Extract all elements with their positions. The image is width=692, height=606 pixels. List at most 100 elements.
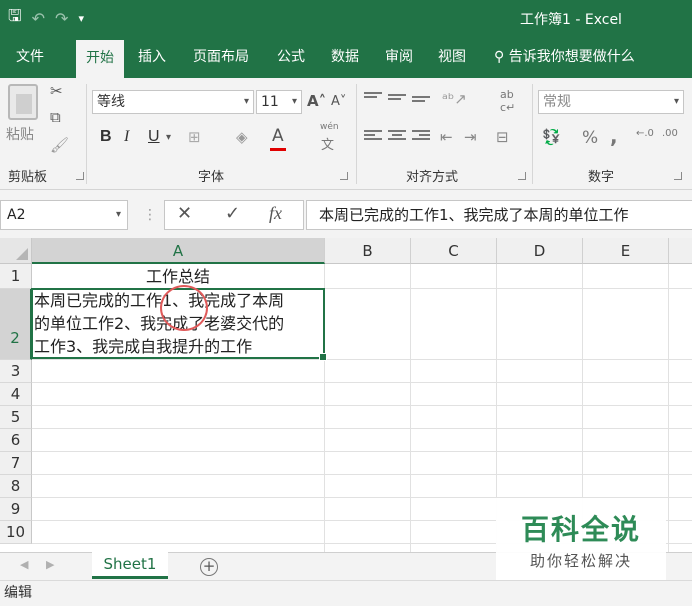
font-launcher-icon[interactable]	[340, 172, 348, 180]
scroll-right-icon[interactable]: ▶	[46, 558, 54, 571]
tab-page-layout[interactable]: 页面布局	[193, 46, 249, 78]
fill-color-icon[interactable]: ◈	[236, 128, 248, 146]
cancel-icon[interactable]: ✕	[177, 203, 192, 224]
gridline	[32, 405, 692, 406]
row-header-6[interactable]: 6	[0, 429, 32, 452]
font-name-value: 等线	[97, 94, 125, 110]
chevron-down-icon[interactable]: ▾	[166, 132, 171, 143]
align-center-icon[interactable]	[388, 130, 406, 144]
gridline	[668, 264, 669, 552]
undo-icon[interactable]: ↶	[32, 9, 45, 28]
increase-decimal-icon[interactable]: ←.0	[636, 128, 654, 139]
column-header-c[interactable]: C	[411, 238, 497, 264]
formula-input[interactable]: 本周已完成的工作1、我完成了本周的单位工作	[306, 200, 692, 230]
formula-bar-grip-icon[interactable]: ⋮	[143, 207, 157, 223]
chevron-down-icon: ▾	[291, 96, 297, 107]
gridline	[32, 474, 692, 475]
increase-font-icon[interactable]: A˄	[307, 92, 326, 110]
group-divider	[356, 84, 357, 184]
borders-icon[interactable]: ⊞	[188, 128, 201, 146]
row-header-1[interactable]: 1	[0, 264, 32, 289]
font-color-icon[interactable]: A	[272, 126, 284, 146]
comma-style-button[interactable]: ,	[610, 124, 618, 148]
underline-button[interactable]: U	[148, 128, 160, 146]
redo-icon[interactable]: ↷	[55, 9, 68, 28]
tell-me-box[interactable]: ⚲ 告诉我你想要做什么	[494, 46, 635, 78]
decrease-decimal-icon[interactable]: .00	[662, 128, 678, 139]
watermark-title: 百科全说	[520, 513, 641, 546]
quick-access-toolbar: 🖫 ↶ ↷ ▾	[8, 6, 84, 30]
row-header-9[interactable]: 9	[0, 498, 32, 521]
name-box-value: A2	[7, 207, 26, 223]
middle-align-icon[interactable]	[388, 94, 406, 108]
percent-button[interactable]: %	[582, 128, 598, 148]
tab-insert[interactable]: 插入	[138, 46, 166, 78]
font-color-bar	[270, 148, 286, 151]
row-header-2[interactable]: 2	[0, 289, 32, 360]
group-divider	[86, 84, 87, 184]
chevron-down-icon: ▾	[243, 96, 249, 107]
paste-icon[interactable]	[8, 84, 38, 120]
tab-file[interactable]: 文件	[16, 46, 44, 78]
row-header-3[interactable]: 3	[0, 360, 32, 383]
ribbon-tabs: 文件 开始 插入 页面布局 公式 数据 审阅 视图 ⚲ 告诉我你想要做什么	[0, 36, 692, 78]
bold-button[interactable]: B	[100, 128, 112, 146]
tab-review[interactable]: 审阅	[385, 46, 413, 78]
column-header-e[interactable]: E	[583, 238, 669, 264]
italic-button[interactable]: I	[124, 128, 129, 146]
insert-function-icon[interactable]: fx	[269, 203, 282, 224]
decrease-font-icon[interactable]: A˅	[331, 94, 346, 109]
save-icon[interactable]: 🖫	[8, 5, 22, 32]
tab-view[interactable]: 视图	[438, 46, 466, 78]
formula-buttons: ✕ ✓ fx	[164, 200, 304, 230]
phonetic-guide-icon[interactable]: 文	[321, 134, 334, 153]
scroll-left-icon[interactable]: ◀	[20, 558, 28, 571]
orientation-icon[interactable]: ᵃᵇ↗	[442, 90, 467, 108]
row-header-7[interactable]: 7	[0, 452, 32, 475]
clipboard-launcher-icon[interactable]	[76, 172, 84, 180]
merge-center-icon[interactable]: ⊟	[496, 128, 509, 146]
add-sheet-button[interactable]: +	[200, 558, 218, 576]
lightbulb-icon: ⚲	[494, 49, 505, 65]
copy-icon[interactable]: ⧉	[50, 108, 61, 126]
paste-button-label[interactable]: 粘贴	[6, 124, 34, 144]
wrap-text-icon[interactable]: ab c↵	[500, 88, 515, 114]
tab-formulas[interactable]: 公式	[277, 46, 305, 78]
row-header-8[interactable]: 8	[0, 475, 32, 498]
column-header-a[interactable]: A	[32, 238, 325, 264]
number-launcher-icon[interactable]	[674, 172, 682, 180]
tab-home[interactable]: 开始	[76, 40, 124, 78]
align-left-icon[interactable]	[364, 130, 382, 144]
column-header-f[interactable]	[669, 238, 692, 264]
tab-data[interactable]: 数据	[331, 46, 359, 78]
ribbon: 粘贴 ✂ ⧉ 🖌 剪贴板 等线 ▾ 11 ▾ A˄ A˅ B I U ▾ ⊞ ◈…	[0, 78, 692, 190]
window-title: 工作簿1 - Excel	[520, 12, 622, 28]
sheet-tab-sheet1[interactable]: Sheet1	[92, 552, 168, 579]
row-header-5[interactable]: 5	[0, 406, 32, 429]
font-size-select[interactable]: 11 ▾	[256, 90, 302, 114]
name-box[interactable]: A2 ▾	[0, 200, 128, 230]
select-all-button[interactable]	[0, 238, 32, 264]
column-header-d[interactable]: D	[497, 238, 583, 264]
phonetic-guide-top[interactable]: wén	[320, 122, 339, 132]
enter-icon[interactable]: ✓	[225, 203, 240, 224]
alignment-launcher-icon[interactable]	[518, 172, 526, 180]
format-painter-icon[interactable]: 🖌	[50, 136, 69, 154]
font-name-select[interactable]: 等线 ▾	[92, 90, 254, 114]
customize-toolbar-icon[interactable]: ▾	[78, 12, 84, 25]
decrease-indent-icon[interactable]: ⇤	[440, 128, 453, 146]
cut-icon[interactable]: ✂	[50, 82, 63, 100]
number-format-select[interactable]: 常规 ▾	[538, 90, 684, 114]
gridline	[410, 264, 411, 552]
row-header-4[interactable]: 4	[0, 383, 32, 406]
row-header-10[interactable]: 10	[0, 521, 32, 544]
column-header-b[interactable]: B	[325, 238, 411, 264]
formula-bar: A2 ▾ ⋮ ✕ ✓ fx 本周已完成的工作1、我完成了本周的单位工作	[0, 190, 692, 238]
currency-icon[interactable]: 💱	[542, 128, 561, 146]
top-align-icon[interactable]	[364, 92, 382, 106]
increase-indent-icon[interactable]: ⇥	[464, 128, 477, 146]
gridline	[32, 428, 692, 429]
watermark-logo: 百科全说 助你轻松解决	[496, 498, 666, 580]
bottom-align-icon[interactable]	[412, 96, 430, 110]
align-right-icon[interactable]	[412, 130, 430, 144]
